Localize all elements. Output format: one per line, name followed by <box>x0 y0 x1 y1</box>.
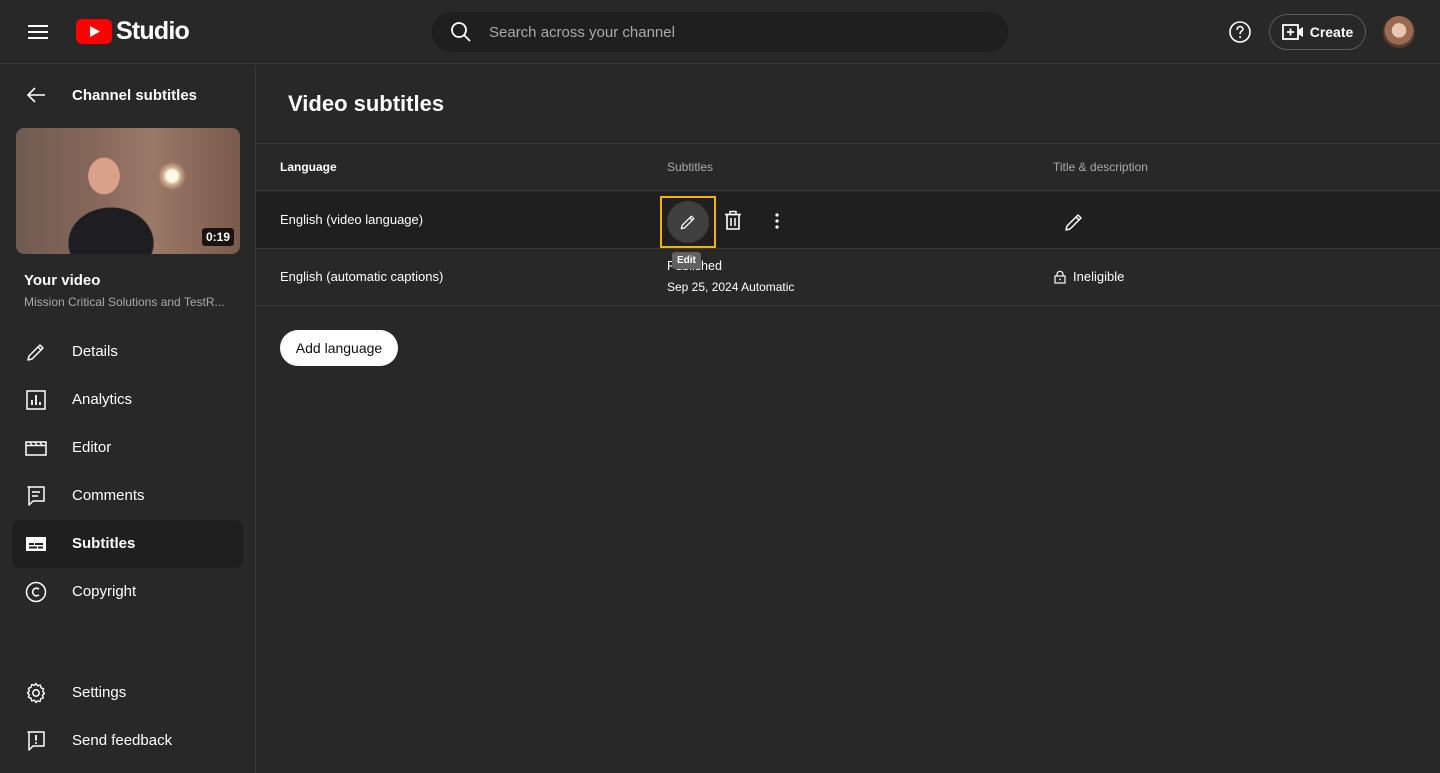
subtitle-date: Sep 25, 2024 Automatic <box>667 280 795 294</box>
nav-details[interactable]: Details <box>12 328 243 376</box>
nav-editor[interactable]: Editor <box>12 424 243 472</box>
nav-comments[interactable]: Comments <box>12 472 243 520</box>
top-bar: Studio Search across your channel Create <box>0 0 1440 64</box>
edit-subtitles-highlight <box>660 196 716 248</box>
pencil-icon <box>680 215 695 230</box>
feedback-icon <box>24 729 48 753</box>
table-row[interactable]: English (video language) Edit <box>256 192 1440 269</box>
clapper-icon <box>24 436 48 460</box>
title-description-status: Ineligible <box>1053 269 1124 284</box>
column-header-subtitles: Subtitles <box>667 160 714 174</box>
nav-label: Comments <box>72 487 145 504</box>
table-row[interactable]: English (automatic captions) Published S… <box>256 249 1440 306</box>
video-title: Mission Critical Solutions and TestR... <box>24 295 225 309</box>
nav-send-feedback[interactable]: Send feedback <box>12 717 243 765</box>
sidebar: Channel subtitles 0:19 Your video Missio… <box>0 65 256 773</box>
create-video-icon <box>1281 24 1303 40</box>
hamburger-menu-icon[interactable] <box>18 12 58 52</box>
column-header-language[interactable]: Language <box>280 160 337 174</box>
video-duration: 0:19 <box>201 228 234 246</box>
nav-settings[interactable]: Settings <box>12 669 243 717</box>
back-row[interactable]: Channel subtitles <box>0 77 255 113</box>
delete-icon[interactable] <box>721 209 745 233</box>
account-avatar[interactable] <box>1383 16 1415 48</box>
language-cell: English (automatic captions) <box>280 269 444 284</box>
nav-analytics[interactable]: Analytics <box>12 376 243 424</box>
help-icon[interactable] <box>1220 12 1260 52</box>
pencil-icon <box>24 340 48 364</box>
nav-copyright[interactable]: Copyright <box>12 568 243 616</box>
channel-subtitles-title: Channel subtitles <box>72 87 198 104</box>
edit-title-description-icon[interactable] <box>1062 210 1086 234</box>
lock-icon <box>1054 270 1066 284</box>
search-icon[interactable] <box>433 21 489 43</box>
video-thumbnail[interactable]: 0:19 <box>16 128 240 254</box>
edit-subtitles-button[interactable] <box>667 201 709 243</box>
nav-label: Details <box>72 343 118 360</box>
search-input[interactable]: Search across your channel <box>489 24 675 41</box>
gear-icon <box>24 681 48 705</box>
analytics-icon <box>24 388 48 412</box>
nav-subtitles[interactable]: Subtitles <box>12 520 243 568</box>
back-arrow-icon[interactable] <box>24 83 48 107</box>
ineligible-label: Ineligible <box>1073 269 1125 284</box>
youtube-studio-logo[interactable]: Studio <box>76 17 190 46</box>
nav-label: Editor <box>72 439 112 456</box>
logo-text: Studio <box>116 17 190 45</box>
create-label: Create <box>1309 24 1354 40</box>
table-header: Language Subtitles Title & description <box>256 143 1440 191</box>
more-options-icon[interactable] <box>765 209 789 233</box>
copyright-icon <box>24 580 48 604</box>
nav-label: Send feedback <box>72 732 173 749</box>
nav-label: Analytics <box>72 391 133 408</box>
your-video-label: Your video <box>24 272 101 289</box>
youtube-play-icon <box>76 19 112 44</box>
language-cell: English (video language) <box>280 212 424 227</box>
main-content: Video subtitles Language Subtitles Title… <box>256 65 1440 773</box>
page-title: Video subtitles <box>288 91 445 116</box>
nav-label: Subtitles <box>72 535 136 552</box>
subtitles-icon <box>24 532 48 556</box>
edit-tooltip: Edit <box>672 252 701 269</box>
nav-label: Settings <box>72 684 127 701</box>
column-header-title-description: Title & description <box>1053 160 1148 174</box>
create-button[interactable]: Create <box>1269 14 1366 50</box>
nav-label: Copyright <box>72 583 137 600</box>
comment-icon <box>24 484 48 508</box>
add-language-button[interactable]: Add language <box>280 330 398 366</box>
search-bar[interactable]: Search across your channel <box>432 12 1008 52</box>
